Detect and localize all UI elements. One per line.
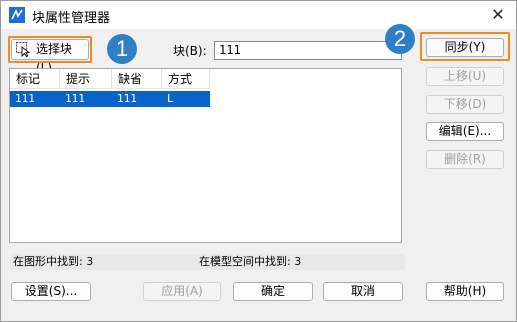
block-label: 块(B): xyxy=(173,44,207,58)
block-name-field[interactable]: 111 xyxy=(214,41,402,60)
cell-mode: L xyxy=(167,92,174,105)
edit-button[interactable]: 编辑(E)... xyxy=(426,122,504,141)
attribute-list[interactable]: 标记 提示 缺省 方式 111 111 111 L xyxy=(9,68,402,243)
help-button[interactable]: 帮助(H) xyxy=(426,282,504,301)
cell-default: 111 xyxy=(117,92,137,105)
step-badge-1: 1 xyxy=(107,34,137,64)
ok-button[interactable]: 确定 xyxy=(233,282,313,301)
move-up-button[interactable]: 上移(U) xyxy=(426,67,504,86)
status-found-in-modelspace: 在模型空间中找到: 3 xyxy=(196,254,405,270)
block-attribute-manager-dialog: 块属性管理器 ✕ 选择块(L) 1 块(B): 111 同步(Y) 2 标记 提… xyxy=(0,0,517,322)
step-badge-2: 2 xyxy=(385,24,415,54)
column-header-prompt[interactable]: 提示 xyxy=(60,69,112,89)
settings-button[interactable]: 设置(S)... xyxy=(11,282,91,301)
window-title: 块属性管理器 xyxy=(32,11,111,26)
sync-highlight xyxy=(420,32,510,61)
app-icon xyxy=(9,7,25,23)
move-down-button[interactable]: 下移(D) xyxy=(426,95,504,114)
delete-button[interactable]: 删除(R) xyxy=(426,150,504,169)
cancel-button[interactable]: 取消 xyxy=(323,282,403,301)
select-block-highlight xyxy=(8,36,92,63)
column-header-mode[interactable]: 方式 xyxy=(162,69,210,89)
status-found-in-drawing: 在图形中找到: 3 xyxy=(10,254,197,270)
cell-tag: 111 xyxy=(15,92,35,105)
title-bar: 块属性管理器 ✕ xyxy=(1,1,516,29)
column-header-tag[interactable]: 标记 xyxy=(10,69,60,89)
column-header-default[interactable]: 缺省 xyxy=(112,69,162,89)
cell-prompt: 111 xyxy=(65,92,85,105)
apply-button[interactable]: 应用(A) xyxy=(143,282,221,301)
table-row[interactable]: 111 111 111 L xyxy=(10,91,210,107)
close-button[interactable]: ✕ xyxy=(488,5,508,25)
